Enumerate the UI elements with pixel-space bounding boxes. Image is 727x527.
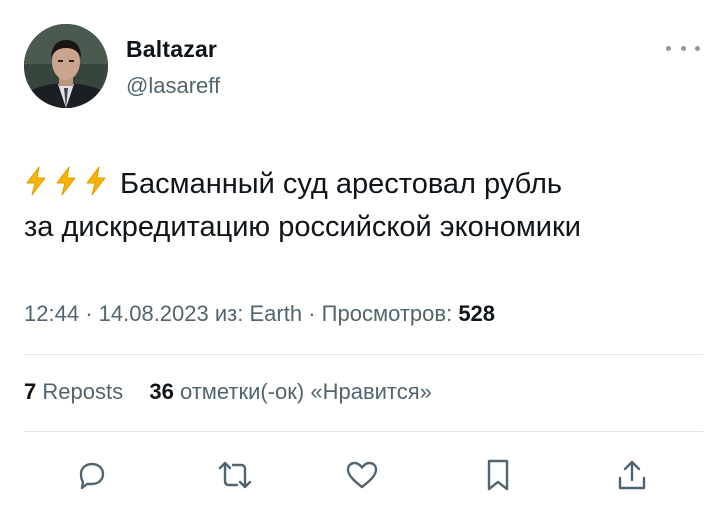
- engagement-stats: 7 Reposts 36 отметки(-ок) «Нравится»: [24, 379, 432, 405]
- lightning-icon: [56, 166, 76, 196]
- like-button[interactable]: [342, 455, 382, 495]
- tweet-date[interactable]: 14.08.2023: [99, 301, 209, 326]
- more-dot-icon: [695, 45, 700, 51]
- tweet-text-line1: Басманный суд арестовал рубль: [120, 168, 562, 200]
- reposts-label: Reposts: [42, 379, 124, 404]
- likes-count: 36: [149, 379, 174, 404]
- tweet-text: Басманный суд арестовал рубль за дискред…: [24, 163, 714, 249]
- lightning-icon: [86, 166, 106, 196]
- divider: [24, 354, 703, 355]
- tweet-time[interactable]: 12:44: [24, 301, 79, 326]
- lightning-icon: [26, 166, 46, 196]
- more-dot-icon: [680, 45, 686, 51]
- speech-bubble-icon: [79, 462, 105, 490]
- author-handle[interactable]: @lasareff: [126, 73, 220, 99]
- avatar[interactable]: [24, 24, 108, 108]
- avatar-photo: [24, 24, 108, 108]
- views-count[interactable]: 528: [458, 301, 495, 326]
- reply-button[interactable]: [72, 455, 112, 495]
- repost-arrows-icon: [218, 461, 252, 489]
- tweet-meta: 12:44 · 14.08.2023 из: Earth · Просмотро…: [24, 301, 495, 327]
- likes-link[interactable]: 36 отметки(-ок) «Нравится»: [149, 379, 432, 404]
- bookmark-button[interactable]: [478, 455, 518, 495]
- more-options-button[interactable]: [666, 38, 700, 58]
- share-upload-icon: [618, 460, 646, 490]
- emoji-prefix: [24, 163, 114, 206]
- source-prefix: из:: [214, 301, 244, 326]
- share-button[interactable]: [612, 455, 652, 495]
- tweet-source[interactable]: Earth: [250, 301, 303, 326]
- meta-separator: ·: [85, 301, 99, 326]
- bookmark-icon: [487, 459, 509, 491]
- likes-label: отметки(-ок) «Нравится»: [179, 379, 432, 404]
- repost-button[interactable]: [215, 455, 255, 495]
- more-dot-icon: [666, 45, 671, 51]
- heart-icon: [346, 461, 378, 489]
- divider: [24, 431, 703, 432]
- tweet-text-line2: за дискредитацию российской экономики: [24, 211, 581, 243]
- views-label: Просмотров:: [321, 301, 453, 326]
- meta-separator: ·: [308, 301, 322, 326]
- reposts-count: 7: [24, 379, 37, 404]
- author-name[interactable]: Baltazar: [126, 36, 217, 63]
- reposts-link[interactable]: 7 Reposts: [24, 379, 129, 404]
